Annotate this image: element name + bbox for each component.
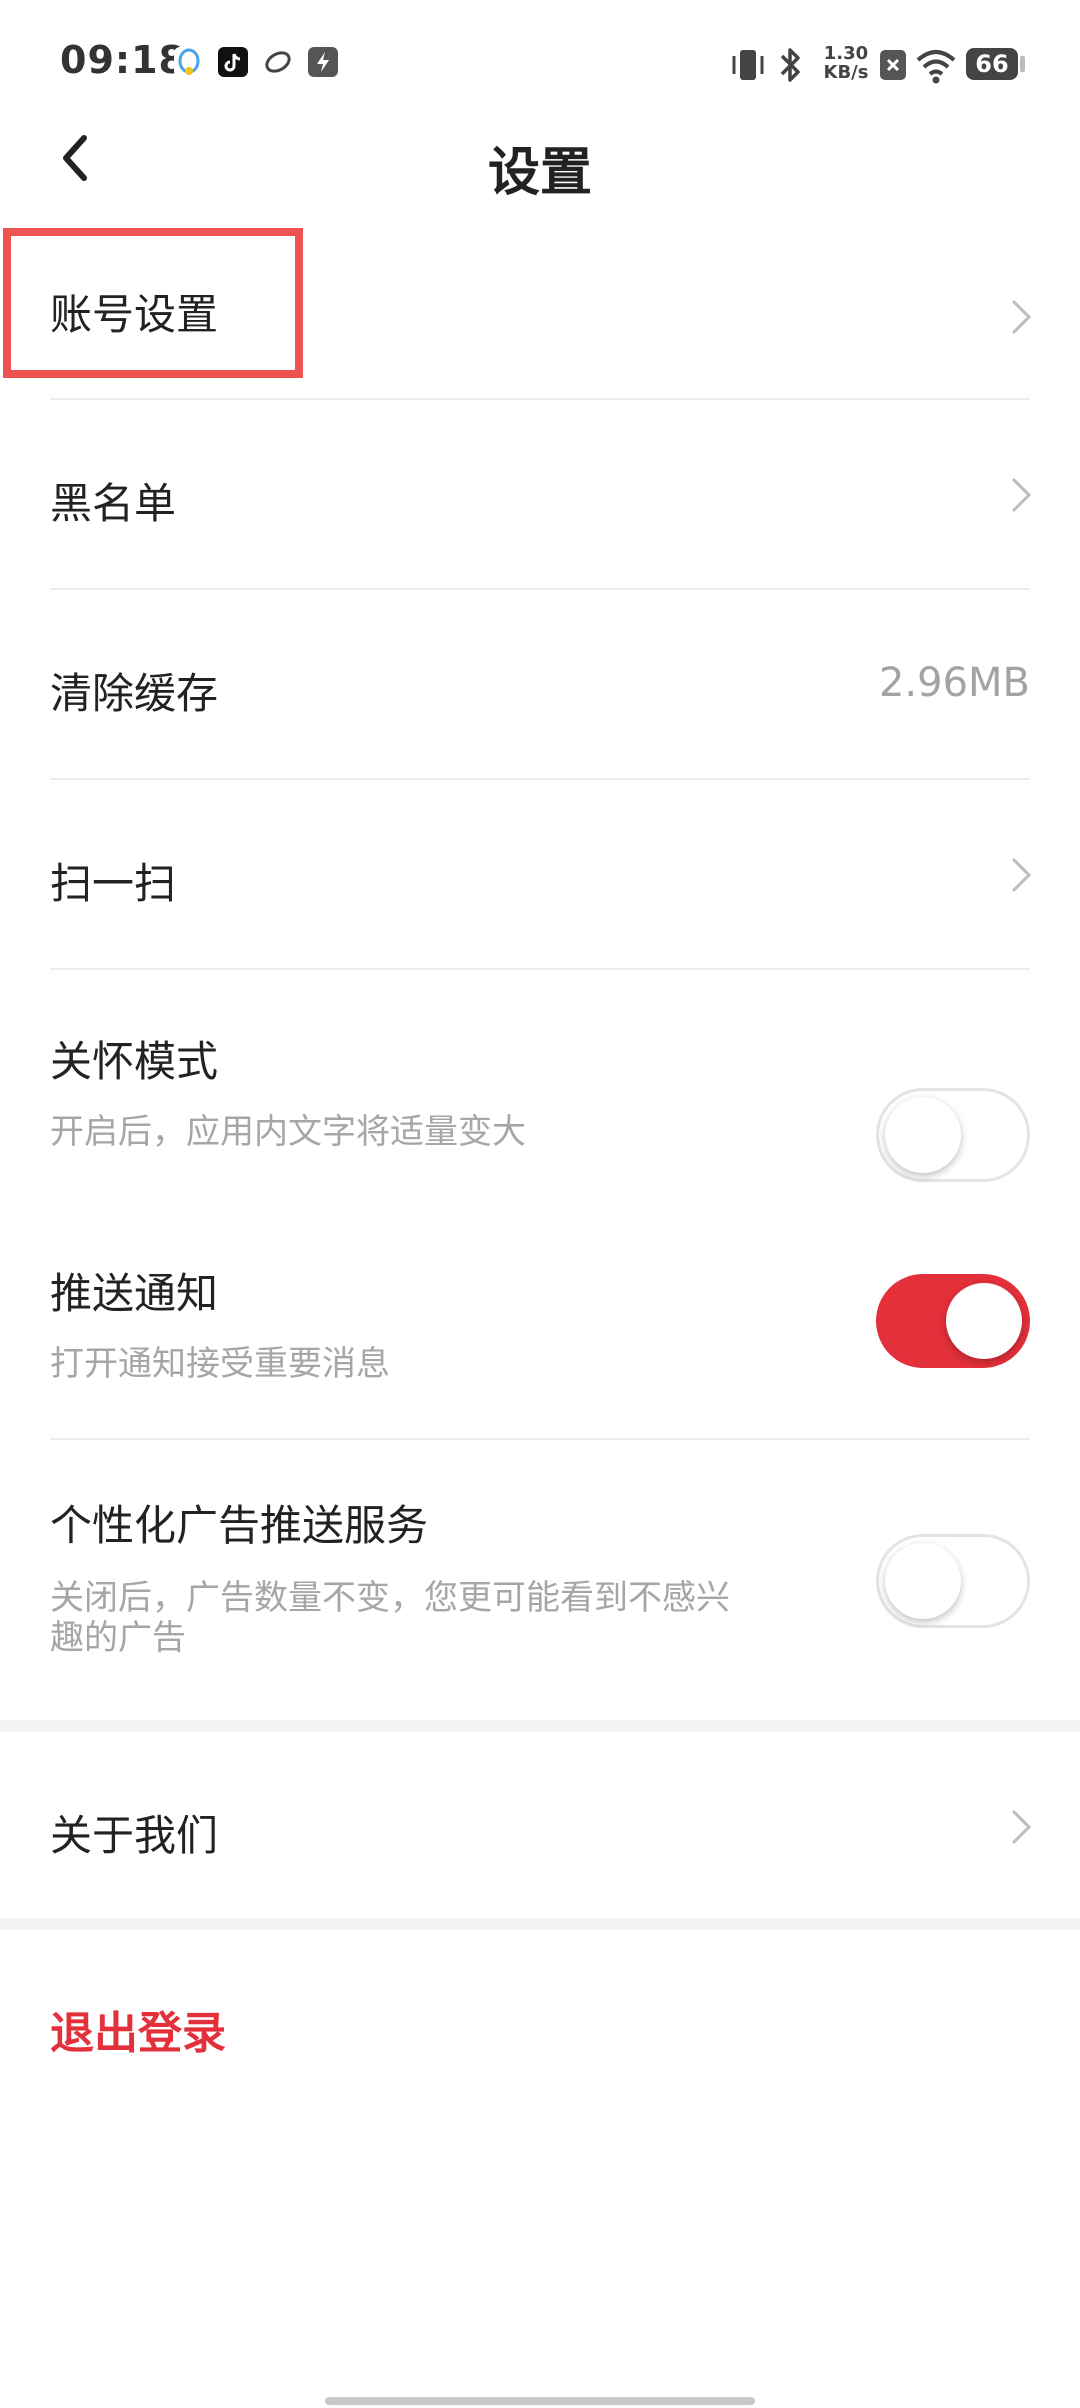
toggle-knob <box>885 1097 961 1173</box>
bluetooth-icon <box>774 40 808 90</box>
wifi-icon <box>914 40 958 90</box>
ads-description-line2: 趣的广告 <box>50 1618 186 1658</box>
battery-icon: 66 <box>966 48 1018 80</box>
page-title: 设置 <box>487 143 592 203</box>
scan-label: 扫一扫 <box>50 859 177 908</box>
chevron-right-icon <box>1011 1809 1032 1845</box>
network-speed: 1.30 KB/s <box>820 44 872 82</box>
care-mode-toggle[interactable] <box>876 1088 1030 1182</box>
toggle-knob <box>946 1283 1022 1359</box>
care-mode-label: 关怀模式 <box>50 1037 219 1086</box>
network-speed-value: 1.30 <box>823 43 869 64</box>
vibrate-icon <box>730 40 766 90</box>
logout-button[interactable]: 退出登录 <box>50 1997 226 2061</box>
battery-tip <box>1020 56 1025 72</box>
toggle-knob <box>885 1543 961 1619</box>
notification-flash-icon <box>308 47 338 77</box>
push-toggle[interactable] <box>876 1274 1030 1368</box>
settings-item-blacklist[interactable]: 黑名单 <box>0 400 1080 588</box>
push-description: 打开通知接受重要消息 <box>50 1344 390 1384</box>
status-time: 09:18 <box>60 38 186 82</box>
highlight-box <box>3 228 303 378</box>
ads-toggle[interactable] <box>876 1534 1030 1628</box>
settings-item-ads: 个性化广告推送服务 关闭后，广告数量不变，您更可能看到不感兴 趣的广告 <box>0 1440 1080 1720</box>
ads-label: 个性化广告推送服务 <box>50 1501 429 1550</box>
blacklist-label: 黑名单 <box>50 479 177 528</box>
settings-item-clear-cache[interactable]: 清除缓存 2.96MB <box>0 590 1080 778</box>
notification-app-icon <box>263 47 293 77</box>
notification-qq-icon <box>174 47 204 77</box>
section-separator <box>0 1720 1080 1732</box>
notification-tiktok-icon <box>218 47 248 77</box>
section-separator <box>0 1918 1080 1930</box>
home-indicator[interactable] <box>325 2397 755 2405</box>
sim-blocked-icon <box>880 50 906 80</box>
network-speed-unit: KB/s <box>823 62 869 83</box>
about-label: 关于我们 <box>50 1811 219 1860</box>
battery-level: 66 <box>975 50 1009 78</box>
chevron-right-icon <box>1011 299 1032 335</box>
settings-item-push: 推送通知 打开通知接受重要消息 <box>0 1190 1080 1438</box>
ads-description-line1: 关闭后，广告数量不变，您更可能看到不感兴 <box>50 1578 730 1618</box>
settings-item-about[interactable]: 关于我们 <box>0 1732 1080 1918</box>
chevron-right-icon <box>1011 857 1032 893</box>
settings-item-care-mode: 关怀模式 开启后，应用内文字将适量变大 <box>0 970 1080 1190</box>
clear-cache-label: 清除缓存 <box>50 669 219 718</box>
push-label: 推送通知 <box>50 1269 219 1318</box>
status-bar: 09:18 1.30 KB/s 66 <box>0 0 1080 130</box>
care-mode-description: 开启后，应用内文字将适量变大 <box>50 1112 526 1152</box>
cache-size-value: 2.96MB <box>878 660 1030 706</box>
settings-item-scan[interactable]: 扫一扫 <box>0 780 1080 970</box>
chevron-right-icon <box>1011 477 1032 513</box>
